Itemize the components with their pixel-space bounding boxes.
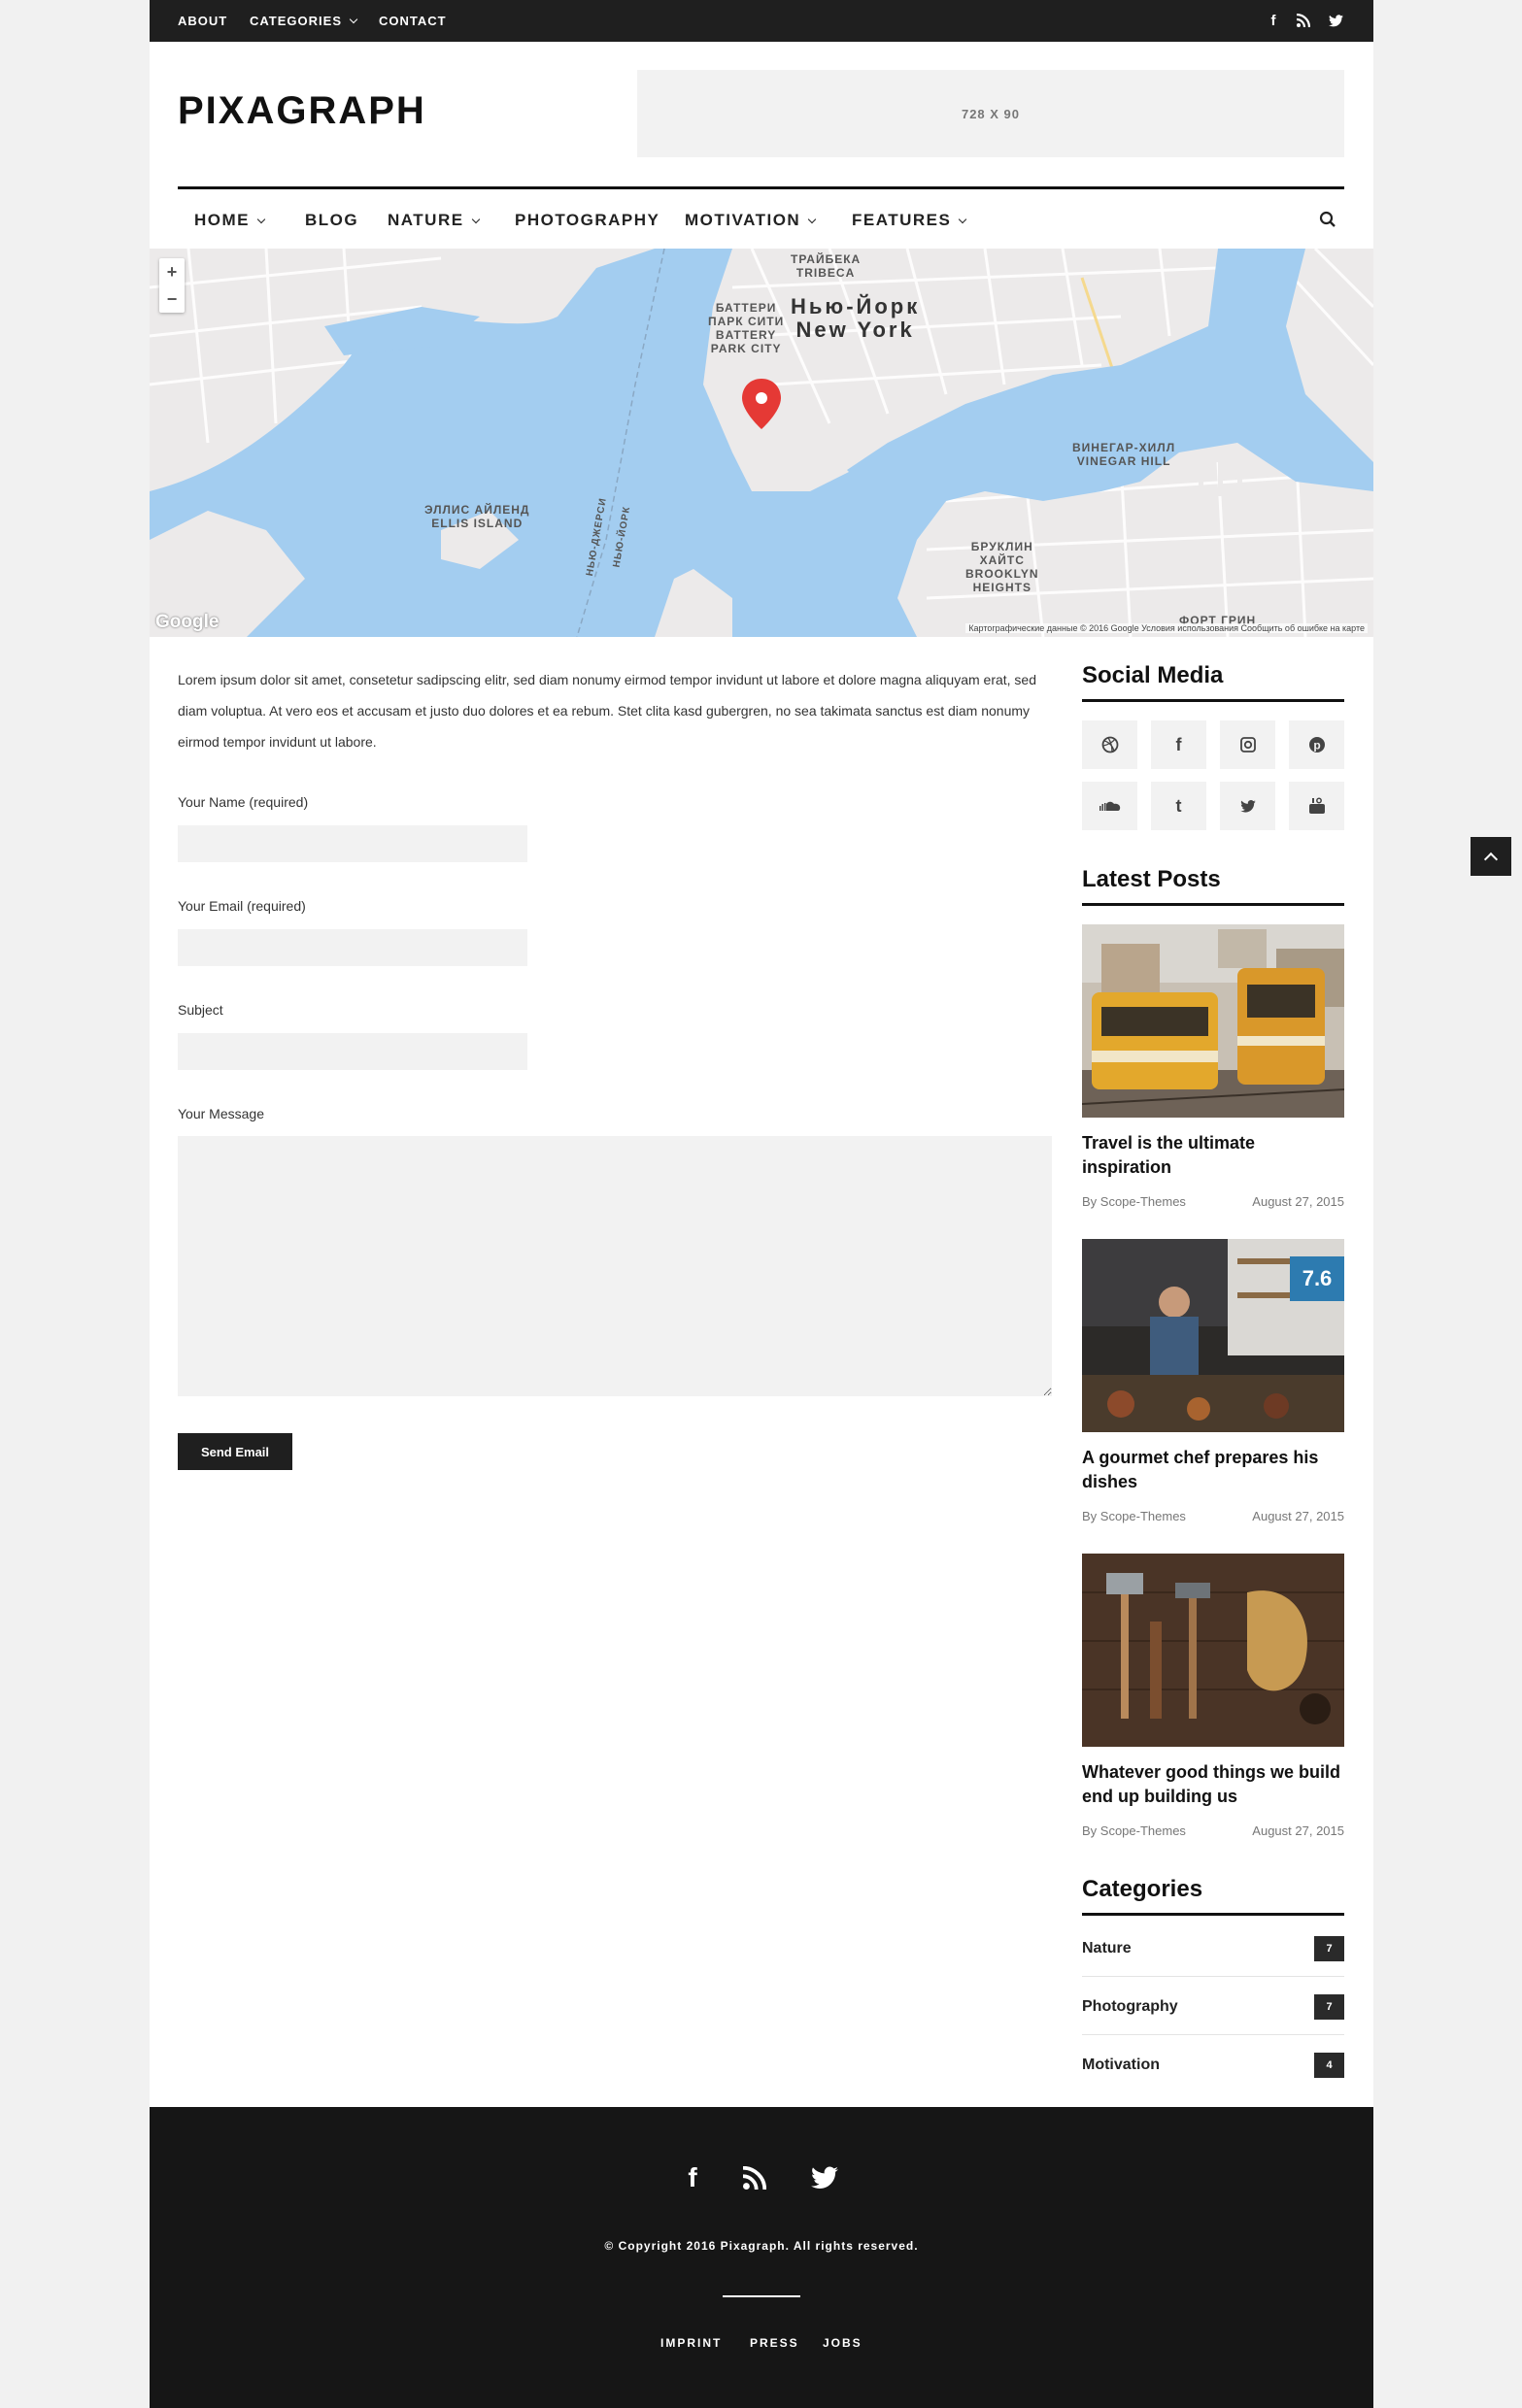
- nav-item-photography[interactable]: PHOTOGRAPHY: [515, 211, 660, 230]
- name-input[interactable]: [178, 825, 527, 862]
- post-author-link[interactable]: By Scope-Themes: [1082, 1194, 1186, 1209]
- email-label: Your Email (required): [178, 898, 306, 914]
- map-label-brooklyn: БРУКЛИН ХАЙТС BROOKLYN HEIGHTS: [965, 540, 1039, 594]
- post-title-link[interactable]: Travel is the ultimate inspiration: [1082, 1131, 1344, 1180]
- site-footer: f © Copyright 2016 Pixagraph. All rights…: [150, 2107, 1373, 2408]
- search-icon[interactable]: [1319, 211, 1336, 228]
- nav-item-features[interactable]: FEATURES: [852, 211, 967, 230]
- map-label-tribeca: ТРАЙБЕКА TRIBECA: [791, 252, 862, 280]
- chevron-down-icon: [349, 15, 358, 24]
- pinterest-icon[interactable]: p: [1289, 720, 1344, 769]
- facebook-icon[interactable]: f: [1151, 720, 1206, 769]
- facebook-icon[interactable]: f: [1264, 11, 1283, 30]
- category-name: Motivation: [1082, 2057, 1160, 2073]
- subject-label: Subject: [178, 1002, 223, 1018]
- footer-link-press[interactable]: PRESS: [750, 2336, 799, 2350]
- twitter-icon[interactable]: [1326, 11, 1345, 30]
- map-zoom-control: + −: [159, 258, 185, 313]
- post-thumbnail-tram[interactable]: [1082, 924, 1344, 1118]
- topbar-link-label: CATEGORIES: [250, 14, 342, 28]
- youtube-icon[interactable]: [1289, 782, 1344, 830]
- top-bar: ABOUT CATEGORIES CONTACT f: [150, 0, 1373, 42]
- chevron-up-icon: [1483, 852, 1499, 867]
- category-count-badge: 7: [1314, 1994, 1344, 2020]
- post-date: August 27, 2015: [1252, 1194, 1344, 1209]
- message-textarea[interactable]: [178, 1136, 1052, 1396]
- back-to-top-button[interactable]: [1471, 837, 1511, 876]
- post-score-badge: 7.6: [1290, 1256, 1344, 1301]
- nav-item-blog[interactable]: BLOG: [305, 211, 358, 230]
- intro-text: Lorem ipsum dolor sit amet, consetetur s…: [178, 672, 1037, 750]
- twitter-icon[interactable]: [1220, 782, 1275, 830]
- nav-item-label: MOTIVATION: [685, 211, 801, 229]
- footer-link-jobs[interactable]: JOBS: [823, 2336, 862, 2350]
- facebook-icon[interactable]: f: [676, 2161, 709, 2194]
- categories-title: Categories: [1082, 1876, 1344, 1916]
- post-title-link[interactable]: A gourmet chef prepares his dishes: [1082, 1446, 1344, 1494]
- map-label-ellis: ЭЛЛИС АЙЛЕНД ELLIS ISLAND: [424, 503, 530, 530]
- latest-posts-title: Latest Posts: [1082, 866, 1344, 906]
- nav-item-motivation[interactable]: MOTIVATION: [685, 211, 817, 230]
- name-label: Your Name (required): [178, 794, 309, 810]
- footer-divider: [723, 2295, 800, 2297]
- post-author-link[interactable]: By Scope-Themes: [1082, 1823, 1186, 1838]
- send-email-button[interactable]: Send Email: [178, 1433, 292, 1470]
- post-thumbnail-tools[interactable]: [1082, 1554, 1344, 1747]
- category-count-badge: 4: [1314, 2053, 1344, 2078]
- email-input[interactable]: [178, 929, 527, 966]
- category-item-photography[interactable]: Photography 7: [1082, 1977, 1344, 2035]
- rss-icon[interactable]: [1294, 11, 1313, 30]
- message-label: Your Message: [178, 1106, 264, 1121]
- chevron-down-icon: [807, 215, 817, 224]
- nav-item-label: HOME: [194, 211, 250, 229]
- google-logo: Google: [155, 612, 220, 632]
- social-media-title: Social Media: [1082, 662, 1344, 702]
- location-map[interactable]: + − ТРАЙБЕКА TRIBECA БАТТЕРИ ПАРК СИТИ B…: [150, 249, 1373, 637]
- footer-link-imprint[interactable]: IMPRINT: [660, 2336, 722, 2350]
- topbar-link-categories[interactable]: CATEGORIES: [250, 14, 358, 28]
- post-date: August 27, 2015: [1252, 1509, 1344, 1523]
- nav-item-home[interactable]: HOME: [194, 211, 266, 230]
- ad-banner[interactable]: 728 X 90: [637, 70, 1344, 157]
- post-date: August 27, 2015: [1252, 1823, 1344, 1838]
- dribbble-icon[interactable]: [1082, 720, 1137, 769]
- copyright-text: © Copyright 2016 Pixagraph. All rights r…: [604, 2239, 919, 2253]
- nav-item-label: NATURE: [388, 211, 464, 229]
- map-label-newyork: Нью-Йорк New York: [791, 294, 921, 342]
- soundcloud-icon[interactable]: [1082, 782, 1137, 830]
- category-name: Nature: [1082, 1940, 1132, 1956]
- ad-label: 728 X 90: [961, 106, 1021, 121]
- zoom-in-button[interactable]: +: [159, 258, 185, 285]
- topbar-link-about[interactable]: ABOUT: [178, 14, 227, 28]
- map-attribution[interactable]: Картографические данные © 2016 Google Ус…: [965, 623, 1368, 633]
- map-label-vinegar: ВИНЕГАР-ХИЛЛ VINEGAR HILL: [1072, 441, 1176, 468]
- site-logo[interactable]: PIXAGRAPH: [178, 89, 426, 133]
- post-author-link[interactable]: By Scope-Themes: [1082, 1509, 1186, 1523]
- post-thumbnail-chef[interactable]: 7.6: [1082, 1239, 1344, 1432]
- post-title-link[interactable]: Whatever good things we build end up bui…: [1082, 1760, 1344, 1809]
- instagram-icon[interactable]: [1220, 720, 1275, 769]
- category-item-nature[interactable]: Nature 7: [1082, 1919, 1344, 1977]
- chevron-down-icon: [959, 215, 967, 224]
- chevron-down-icon: [471, 215, 480, 224]
- topbar-link-contact[interactable]: CONTACT: [379, 14, 447, 28]
- map-label-battery: БАТТЕРИ ПАРК СИТИ BATTERY PARK CITY: [708, 301, 785, 355]
- zoom-out-button[interactable]: −: [159, 285, 185, 313]
- svg-text:p: p: [1313, 739, 1320, 752]
- page-wrapper: ABOUT CATEGORIES CONTACT f PIXAGRAPH 728…: [150, 0, 1373, 2408]
- category-count-badge: 7: [1314, 1936, 1344, 1961]
- subject-input[interactable]: [178, 1033, 527, 1070]
- rss-icon[interactable]: [738, 2161, 771, 2194]
- twitter-icon[interactable]: [808, 2161, 841, 2194]
- chevron-down-icon: [256, 215, 266, 224]
- category-item-motivation[interactable]: Motivation 4: [1082, 2035, 1344, 2093]
- nav-item-label: FEATURES: [852, 211, 952, 229]
- category-name: Photography: [1082, 1998, 1178, 2015]
- main-nav: HOME BLOG NATURE PHOTOGRAPHY MOTIVATION …: [178, 186, 1344, 249]
- tumblr-icon[interactable]: t: [1151, 782, 1206, 830]
- nav-item-nature[interactable]: NATURE: [388, 211, 480, 230]
